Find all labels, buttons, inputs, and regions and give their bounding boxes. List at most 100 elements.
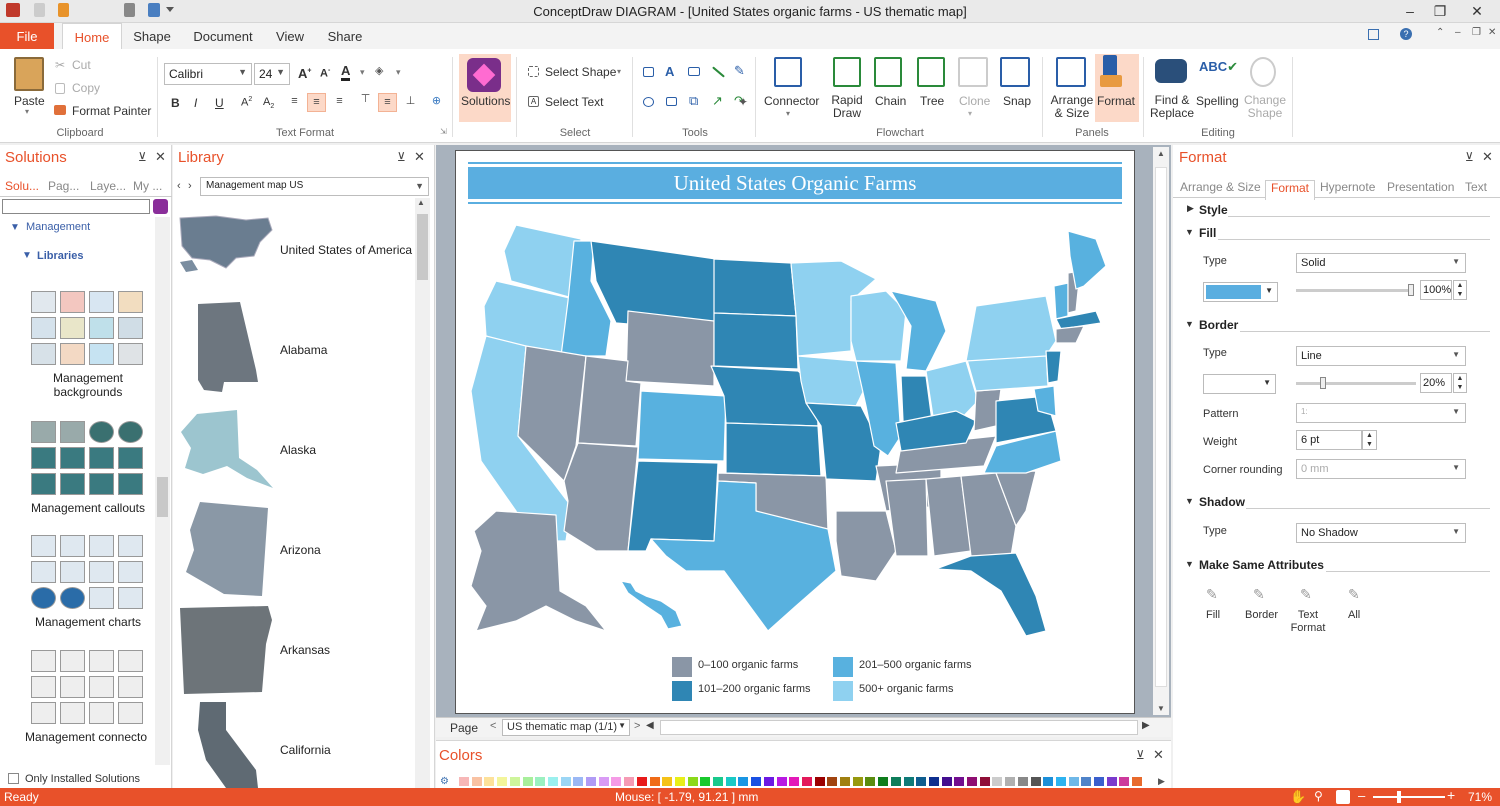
- zoom-in-icon[interactable]: +: [1447, 787, 1455, 803]
- connector-button[interactable]: Connector: [764, 94, 819, 108]
- same-border-button[interactable]: Border: [1245, 609, 1278, 621]
- library-item-california[interactable]: California: [280, 743, 331, 757]
- spelling-button[interactable]: Spelling: [1196, 94, 1239, 108]
- paste-dropdown-icon[interactable]: ▾: [25, 107, 29, 116]
- color-swatch[interactable]: [458, 776, 470, 787]
- section-fill[interactable]: Fill: [1199, 226, 1216, 240]
- rapid-draw-icon[interactable]: [833, 57, 861, 87]
- library-thumb-charts[interactable]: [31, 535, 143, 609]
- select-text-button[interactable]: Select Text: [545, 95, 603, 109]
- format-painter-icon[interactable]: [54, 105, 66, 115]
- color-swatch[interactable]: [661, 776, 674, 787]
- cut-icon[interactable]: ✂: [55, 58, 65, 72]
- tree-management[interactable]: Management: [26, 221, 90, 233]
- us-thematic-map[interactable]: [456, 211, 1136, 651]
- doc-restore-button[interactable]: ❐: [1472, 27, 1481, 38]
- text-tool-icon[interactable]: A: [665, 64, 674, 79]
- usa-map-thumbnail[interactable]: [176, 212, 274, 280]
- text-direction-icon[interactable]: ⊕: [427, 93, 446, 112]
- change-shape-button[interactable]: Change Shape: [1243, 94, 1287, 120]
- snap-button[interactable]: Snap: [1003, 94, 1031, 108]
- select-shape-icon[interactable]: [528, 66, 539, 77]
- maximize-button[interactable]: ❐: [1425, 2, 1455, 20]
- color-swatch[interactable]: [648, 776, 661, 787]
- tab-home[interactable]: Home: [62, 23, 122, 50]
- arrange-size-icon[interactable]: [1056, 57, 1086, 87]
- tab-share[interactable]: Share: [322, 23, 368, 49]
- expanded-arrow-icon[interactable]: ▼: [1185, 559, 1194, 569]
- tree-button[interactable]: Tree: [920, 94, 944, 108]
- expand-libraries-icon[interactable]: ▼: [22, 250, 32, 261]
- scroll-left-icon[interactable]: ◀: [646, 720, 654, 731]
- snap-icon[interactable]: [1000, 57, 1030, 87]
- solutions-search-input[interactable]: [2, 199, 150, 214]
- color-swatch[interactable]: [1105, 776, 1118, 787]
- align-bottom-icon[interactable]: ⊥: [401, 93, 420, 112]
- color-swatch[interactable]: [470, 776, 483, 787]
- format-button-bg[interactable]: [1095, 54, 1139, 122]
- fit-page-icon[interactable]: [1336, 790, 1350, 804]
- color-swatch[interactable]: [597, 776, 610, 787]
- tab-layers[interactable]: Laye...: [90, 179, 126, 193]
- color-swatch[interactable]: [978, 776, 991, 787]
- zoom-slider-thumb[interactable]: [1397, 791, 1401, 803]
- same-fill-icon[interactable]: ✎: [1206, 586, 1218, 603]
- library-item-alaska[interactable]: Alaska: [280, 443, 316, 457]
- pen-tool-icon[interactable]: ✎: [734, 63, 745, 79]
- same-border-icon[interactable]: ✎: [1253, 586, 1265, 603]
- pointer-tool-icon[interactable]: ✦: [738, 95, 748, 109]
- close-panel-icon[interactable]: ✕: [414, 149, 425, 165]
- collapsed-arrow-icon[interactable]: ▶: [1187, 203, 1194, 214]
- solutions-icon[interactable]: [467, 58, 501, 92]
- color-swatch[interactable]: [1131, 776, 1144, 787]
- font-size-select[interactable]: 24 ▼: [254, 63, 290, 85]
- shadow-type-select[interactable]: No Shadow ▼: [1296, 523, 1466, 543]
- section-border[interactable]: Border: [1199, 318, 1238, 332]
- color-swatch[interactable]: [559, 776, 572, 787]
- underline-icon[interactable]: U: [215, 96, 224, 110]
- close-panel-icon[interactable]: ✕: [1153, 747, 1164, 763]
- doc-minimize-button[interactable]: –: [1455, 27, 1461, 38]
- border-color-picker[interactable]: ▼: [1203, 374, 1276, 394]
- font-family-select[interactable]: Calibri ▼: [164, 63, 252, 85]
- tab-view[interactable]: View: [268, 23, 312, 49]
- clone-icon[interactable]: [958, 57, 988, 87]
- fill-transparency-slider[interactable]: [1296, 284, 1414, 296]
- zoom-slider[interactable]: [1373, 791, 1445, 803]
- tab-arrange-size[interactable]: Arrange & Size: [1180, 180, 1261, 194]
- dialog-launcher-icon[interactable]: ⇲: [440, 127, 447, 136]
- pin-icon[interactable]: ⊻: [138, 150, 147, 164]
- font-color-dropdown-icon[interactable]: ▾: [360, 67, 365, 78]
- border-opacity-spinner[interactable]: ▲ ▼: [1453, 373, 1467, 393]
- color-swatch[interactable]: [889, 776, 902, 787]
- only-installed-checkbox[interactable]: [8, 773, 19, 784]
- align-top-icon[interactable]: ⊤: [356, 91, 375, 110]
- doc-close-button[interactable]: ✕: [1488, 27, 1496, 38]
- copy-button[interactable]: Copy: [72, 81, 100, 95]
- scroll-up-icon[interactable]: ▲: [417, 198, 425, 207]
- pin-icon[interactable]: ⊻: [1136, 748, 1145, 762]
- grow-font-icon[interactable]: A+: [298, 66, 311, 81]
- italic-icon[interactable]: I: [194, 96, 197, 110]
- close-panel-icon[interactable]: ✕: [1482, 149, 1493, 165]
- drawing-page[interactable]: United States Organic Farms 0–100 organi…: [455, 150, 1135, 714]
- library-thumb-connectors[interactable]: [31, 650, 143, 724]
- fill-color-picker[interactable]: ▼: [1203, 282, 1278, 302]
- arkansas-thumbnail[interactable]: [178, 604, 274, 696]
- color-swatch[interactable]: [1080, 776, 1093, 787]
- tab-format[interactable]: Format: [1265, 180, 1316, 200]
- color-swatch[interactable]: [940, 776, 953, 787]
- next-page-icon[interactable]: >: [634, 720, 640, 732]
- expanded-arrow-icon[interactable]: ▼: [1185, 319, 1194, 329]
- library-item-alabama[interactable]: Alabama: [280, 343, 327, 357]
- tree-libraries[interactable]: Libraries: [37, 250, 83, 262]
- expanded-arrow-icon[interactable]: ▼: [1185, 227, 1194, 237]
- pin-icon[interactable]: ⊻: [397, 150, 406, 164]
- zoom-tool-icon[interactable]: ⚲: [1314, 789, 1323, 803]
- library-label[interactable]: Management backgrounds: [20, 371, 156, 399]
- color-swatch[interactable]: [635, 776, 648, 787]
- color-swatch[interactable]: [1004, 776, 1017, 787]
- page-select[interactable]: US thematic map (1/1) ▼: [502, 719, 630, 736]
- pan-hand-icon[interactable]: ✋: [1290, 789, 1306, 805]
- format-painter-button[interactable]: Format Painter: [72, 104, 151, 118]
